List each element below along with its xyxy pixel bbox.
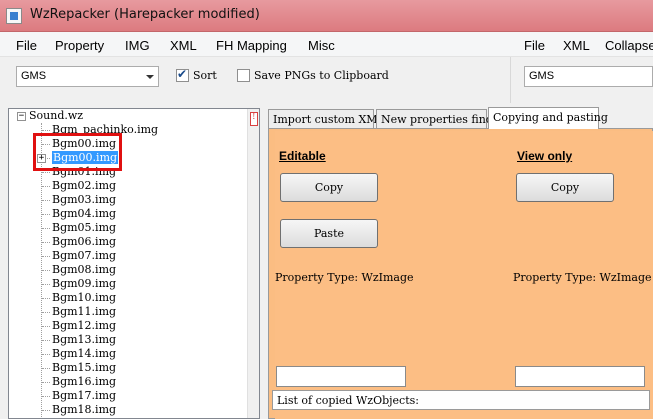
tree-branch-line <box>42 228 50 229</box>
menu-bar: File Property IMG XML FH Mapping Misc Fi… <box>0 32 653 57</box>
version-select[interactable]: GMS <box>16 66 159 87</box>
tree-branch-line <box>42 396 50 397</box>
menu-right-file[interactable]: File <box>524 38 545 53</box>
sort-label: Sort <box>193 69 217 82</box>
sort-checkbox[interactable]: ✔ <box>176 67 189 82</box>
tab-copying-pasting[interactable]: Copying and pasting <box>488 107 608 129</box>
copy-paste-page: Editable View only Copy Copy Paste Prope… <box>268 128 653 419</box>
tab-import-xml[interactable]: Import custom XML <box>268 109 385 128</box>
tree-branch-line <box>42 284 50 285</box>
tree-branch-line <box>42 298 50 299</box>
tree-item-label: Bgm06.img <box>52 235 117 248</box>
tree-item-label: Bgm16.img <box>52 375 117 388</box>
right-version-select[interactable]: GMS <box>524 66 653 87</box>
paste-button[interactable]: Paste <box>280 219 378 248</box>
view-copy-button[interactable]: Copy <box>516 173 614 202</box>
menu-property[interactable]: Property <box>55 38 104 53</box>
copy-button[interactable]: Copy <box>280 173 378 202</box>
property-type-left: Property Type: WzImage <box>275 271 414 284</box>
tree-item-label: Bgm17.img <box>52 389 117 402</box>
tree-branch-line <box>42 410 50 411</box>
right-version-select-value: GMS <box>529 70 555 82</box>
tree-branch-line <box>42 326 50 327</box>
view-only-heading: View only <box>517 149 573 163</box>
tab-properties-finder[interactable]: New properties finder <box>376 109 505 128</box>
tree-root-label: Sound.wz <box>29 109 84 122</box>
tree-item-label: Bgm02.img <box>52 179 117 192</box>
tree-branch-line <box>42 200 50 201</box>
copy-paste-panel: Editable View only Copy Copy Paste Prope… <box>275 131 653 419</box>
tree-branch-line <box>42 214 50 215</box>
tree-scrollbar[interactable]: ! <box>247 109 259 418</box>
tree-branch-line <box>42 270 50 271</box>
tool-tabs: Import custom XML New properties finder … <box>266 107 653 419</box>
tree-branch-line <box>42 354 50 355</box>
tree-item-label: Bgm08.img <box>52 263 117 276</box>
menu-misc[interactable]: Misc <box>308 38 335 53</box>
save-pngs-label: Save PNGs to Clipboard <box>254 69 389 82</box>
tree-item-label: Bgm18.img <box>52 403 117 416</box>
tree-branch-line <box>42 256 50 257</box>
copied-objects-list[interactable]: List of copied WzObjects: <box>272 390 650 410</box>
tree-branch-line <box>42 186 50 187</box>
tree-item-label: Bgm05.img <box>52 221 117 234</box>
tree-item-label: Bgm14.img <box>52 347 117 360</box>
tree-item-label: Bgm11.img <box>52 305 117 318</box>
menu-xml[interactable]: XML <box>170 38 197 53</box>
tree-branch-line <box>42 382 50 383</box>
root-collapse-icon[interactable]: − <box>17 112 26 121</box>
pane-divider <box>510 57 511 103</box>
menu-fh-mapping[interactable]: FH Mapping <box>216 38 287 53</box>
tree-item-label: Bgm04.img <box>52 207 117 220</box>
tree-branch-line <box>42 340 50 341</box>
tree-item-label: Bgm10.img <box>52 291 117 304</box>
tree-item-label: Bgm12.img <box>52 319 117 332</box>
tree-item-label: Bgm15.img <box>52 361 117 374</box>
title-bar: WzRepacker (Harepacker modified) <box>0 0 653 32</box>
save-pngs-checkbox[interactable] <box>237 69 250 82</box>
editable-heading: Editable <box>279 149 326 163</box>
tree-branch-line <box>42 130 50 131</box>
tree-item-label: Bgm13.img <box>52 333 117 346</box>
tree-item-label: Bgm07.img <box>52 249 117 262</box>
property-type-right: Property Type: WzImage <box>513 271 652 284</box>
scroll-marker-text: ! <box>252 112 256 122</box>
tree-branch-line <box>42 368 50 369</box>
window-title: WzRepacker (Harepacker modified) <box>30 7 260 22</box>
menu-file[interactable]: File <box>16 38 37 53</box>
menu-img[interactable]: IMG <box>125 38 150 53</box>
tree-branch-line <box>42 242 50 243</box>
copied-objects-label: List of copied WzObjects: <box>277 394 419 407</box>
app-icon <box>6 8 22 24</box>
tree-branch-line <box>42 312 50 313</box>
tree-item-label: Bgm03.img <box>52 193 117 206</box>
highlight-box <box>33 133 122 171</box>
tree-branch-line <box>42 172 50 173</box>
version-select-value: GMS <box>21 70 47 82</box>
menu-right-collapse[interactable]: Collapse <box>605 38 653 53</box>
checkmark-icon: ✔ <box>177 67 188 81</box>
scroll-marker[interactable]: ! <box>250 112 258 126</box>
chevron-down-icon <box>146 75 154 79</box>
tree-item-label: Bgm09.img <box>52 277 117 290</box>
menu-right-xml[interactable]: XML <box>563 38 590 53</box>
view-only-text-field[interactable] <box>515 366 645 387</box>
editable-text-field[interactable] <box>276 366 406 387</box>
